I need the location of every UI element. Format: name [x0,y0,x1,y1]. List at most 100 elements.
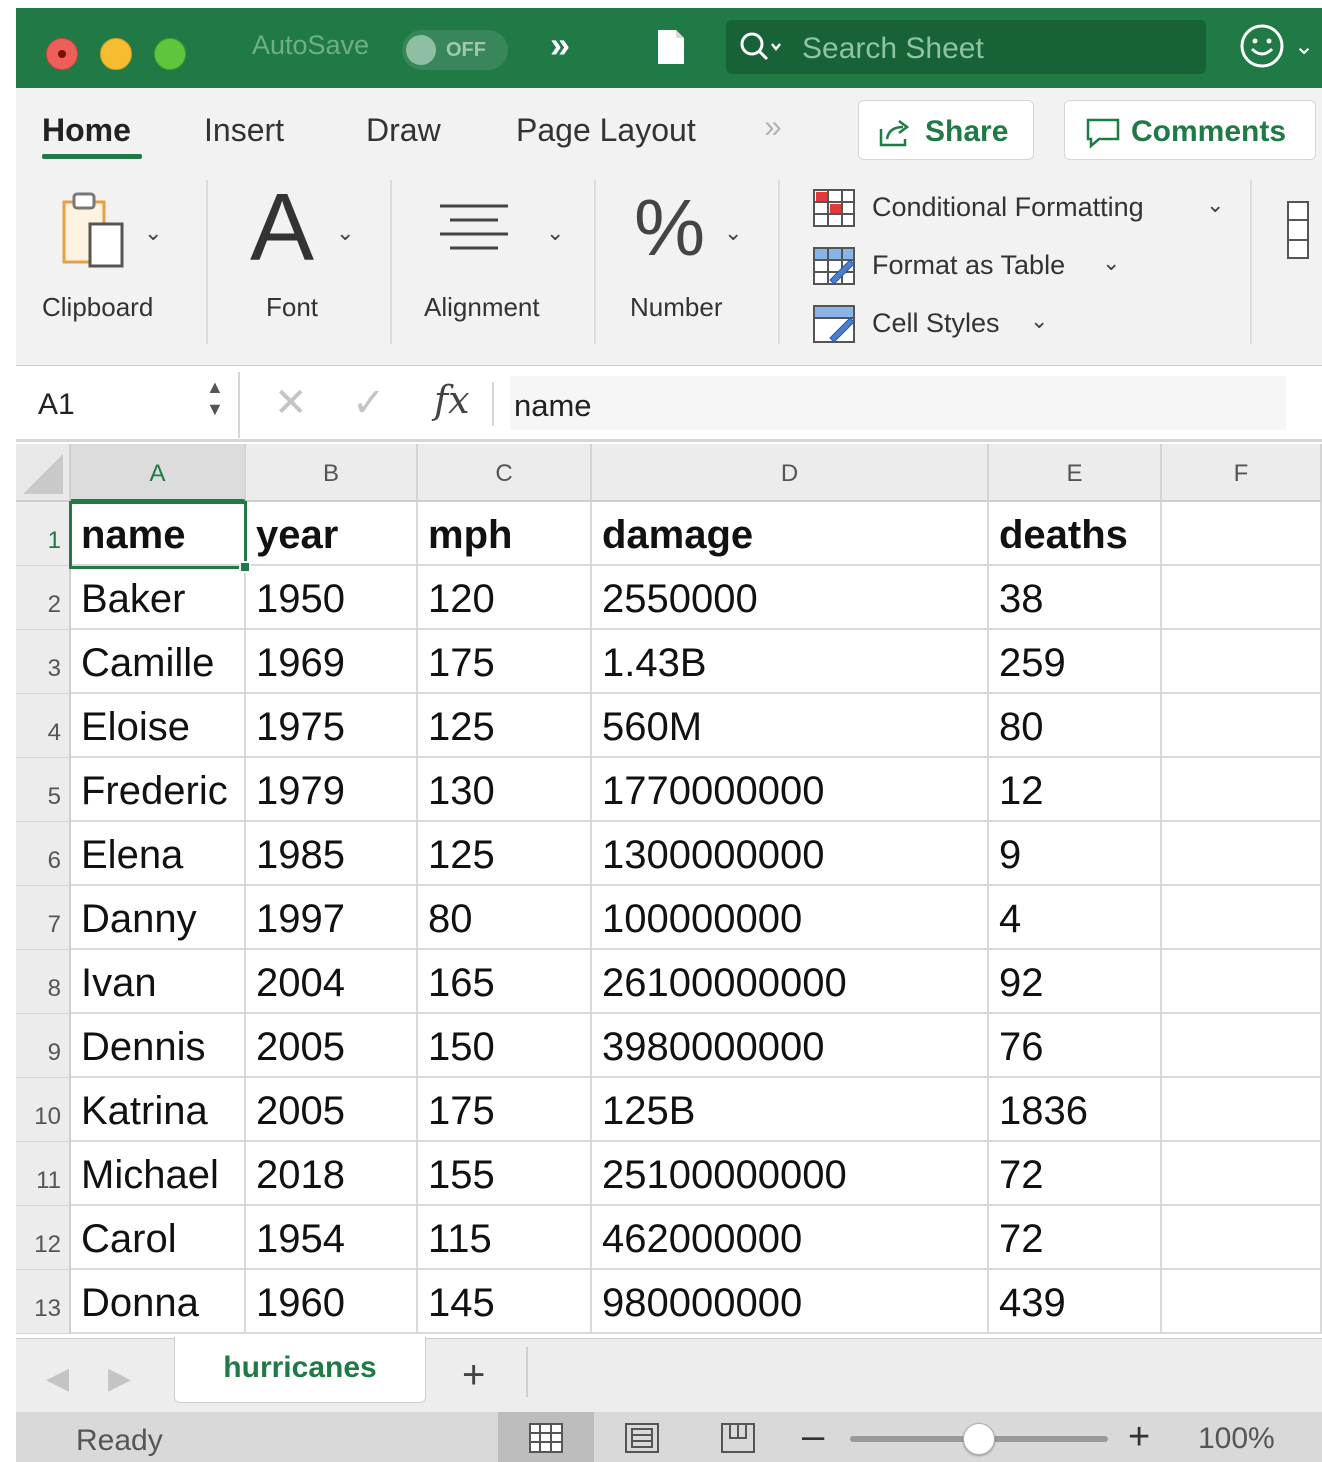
cell-b7[interactable]: 1997 [246,886,418,950]
cell-d5[interactable]: 1770000000 [592,758,989,822]
cell-f9[interactable] [1162,1014,1322,1078]
alignment-dropdown-icon[interactable]: ⌄ [546,220,564,246]
page-layout-view-button[interactable] [594,1412,690,1462]
row-header[interactable]: 4 [16,694,71,758]
cell-f3[interactable] [1162,630,1322,694]
cell-e13[interactable]: 439 [989,1270,1162,1334]
normal-view-button[interactable] [498,1412,594,1462]
spreadsheet-grid[interactable]: A B C D E F 1 name year mph damage deaths 2 Baker 1950… [16,444,1322,1338]
alignment-group[interactable]: ⌄ Alignment [392,182,592,346]
zoom-window-icon[interactable] [154,38,186,70]
cell-a11[interactable]: Michael [71,1142,246,1206]
row-header[interactable]: 10 [16,1078,71,1142]
row-header[interactable]: 3 [16,630,71,694]
row-header[interactable]: 6 [16,822,71,886]
cell-a6[interactable]: Elena [71,822,246,886]
cell-c12[interactable]: 115 [418,1206,592,1270]
tab-home[interactable]: Home [42,112,131,149]
cell-e6[interactable]: 9 [989,822,1162,886]
row-header[interactable]: 12 [16,1206,71,1270]
cell-f8[interactable] [1162,950,1322,1014]
cell-f11[interactable] [1162,1142,1322,1206]
cell-b2[interactable]: 1950 [246,566,418,630]
tab-page-layout[interactable]: Page Layout [516,112,696,149]
cell-e7[interactable]: 4 [989,886,1162,950]
autosave-toggle[interactable]: OFF [402,30,508,70]
cell-a12[interactable]: Carol [71,1206,246,1270]
tab-insert[interactable]: Insert [204,112,284,149]
format-as-table-dropdown-icon[interactable]: ⌄ [1102,250,1120,276]
tabs-overflow-icon[interactable]: » [764,108,782,145]
name-box-stepper-icon[interactable]: ▲ ▼ [206,376,224,420]
cell-e3[interactable]: 259 [989,630,1162,694]
cell-e1[interactable]: deaths [989,502,1162,566]
font-group[interactable]: A ⌄ Font [208,180,388,346]
row-header[interactable]: 1 [16,502,71,566]
cell-c9[interactable]: 150 [418,1014,592,1078]
cell-d2[interactable]: 2550000 [592,566,989,630]
cell-c6[interactable]: 125 [418,822,592,886]
cell-b9[interactable]: 2005 [246,1014,418,1078]
zoom-in-button[interactable]: + [1128,1416,1150,1459]
cell-e9[interactable]: 76 [989,1014,1162,1078]
cancel-icon[interactable]: ✕ [274,380,308,426]
row-header[interactable]: 7 [16,886,71,950]
cell-c1[interactable]: mph [418,502,592,566]
fx-icon[interactable]: fx [434,378,470,422]
column-header-e[interactable]: E [989,444,1162,502]
cell-c3[interactable]: 175 [418,630,592,694]
cell-c8[interactable]: 165 [418,950,592,1014]
clipboard-group[interactable]: ⌄ Clipboard [16,182,206,346]
feedback-chevron-icon[interactable]: ⌄ [1294,32,1314,61]
font-dropdown-icon[interactable]: ⌄ [336,220,354,246]
zoom-slider[interactable] [850,1423,1108,1455]
cell-c2[interactable]: 120 [418,566,592,630]
add-sheet-button[interactable]: + [462,1353,485,1398]
column-header-d[interactable]: D [592,444,989,502]
cell-d7[interactable]: 100000000 [592,886,989,950]
cell-c4[interactable]: 125 [418,694,592,758]
cell-f5[interactable] [1162,758,1322,822]
cell-c11[interactable]: 155 [418,1142,592,1206]
cell-b1[interactable]: year [246,502,418,566]
cell-d10[interactable]: 125B [592,1078,989,1142]
cell-e2[interactable]: 38 [989,566,1162,630]
cell-a3[interactable]: Camille [71,630,246,694]
comments-button[interactable]: Comments [1064,100,1316,160]
cell-c10[interactable]: 175 [418,1078,592,1142]
cell-f1[interactable] [1162,502,1322,566]
cell-b6[interactable]: 1985 [246,822,418,886]
conditional-formatting-dropdown-icon[interactable]: ⌄ [1206,192,1224,218]
cell-d6[interactable]: 1300000000 [592,822,989,886]
cell-d1[interactable]: damage [592,502,989,566]
cell-a5[interactable]: Frederic [71,758,246,822]
page-break-view-button[interactable] [690,1412,786,1462]
cell-d8[interactable]: 26100000000 [592,950,989,1014]
cell-d11[interactable]: 25100000000 [592,1142,989,1206]
zoom-slider-knob[interactable] [963,1423,995,1455]
row-header[interactable]: 11 [16,1142,71,1206]
cell-b12[interactable]: 1954 [246,1206,418,1270]
cell-c7[interactable]: 80 [418,886,592,950]
cell-b3[interactable]: 1969 [246,630,418,694]
number-dropdown-icon[interactable]: ⌄ [724,220,742,246]
cell-d4[interactable]: 560M [592,694,989,758]
cell-a9[interactable]: Dennis [71,1014,246,1078]
cell-a1[interactable]: name [71,502,246,566]
cell-f7[interactable] [1162,886,1322,950]
search-sheet-box[interactable]: Search Sheet [726,20,1206,74]
cell-e11[interactable]: 72 [989,1142,1162,1206]
cell-d13[interactable]: 980000000 [592,1270,989,1334]
cells-group-icon[interactable] [1286,200,1316,260]
cell-f6[interactable] [1162,822,1322,886]
fill-handle[interactable] [239,561,251,573]
cell-e5[interactable]: 12 [989,758,1162,822]
column-header-b[interactable]: B [246,444,418,502]
cell-f10[interactable] [1162,1078,1322,1142]
cell-e10[interactable]: 1836 [989,1078,1162,1142]
row-header[interactable]: 9 [16,1014,71,1078]
cell-d3[interactable]: 1.43B [592,630,989,694]
sheet-tab-hurricanes[interactable]: hurricanes [174,1337,426,1403]
tab-draw[interactable]: Draw [366,112,441,149]
name-box[interactable]: A1 [38,388,75,422]
